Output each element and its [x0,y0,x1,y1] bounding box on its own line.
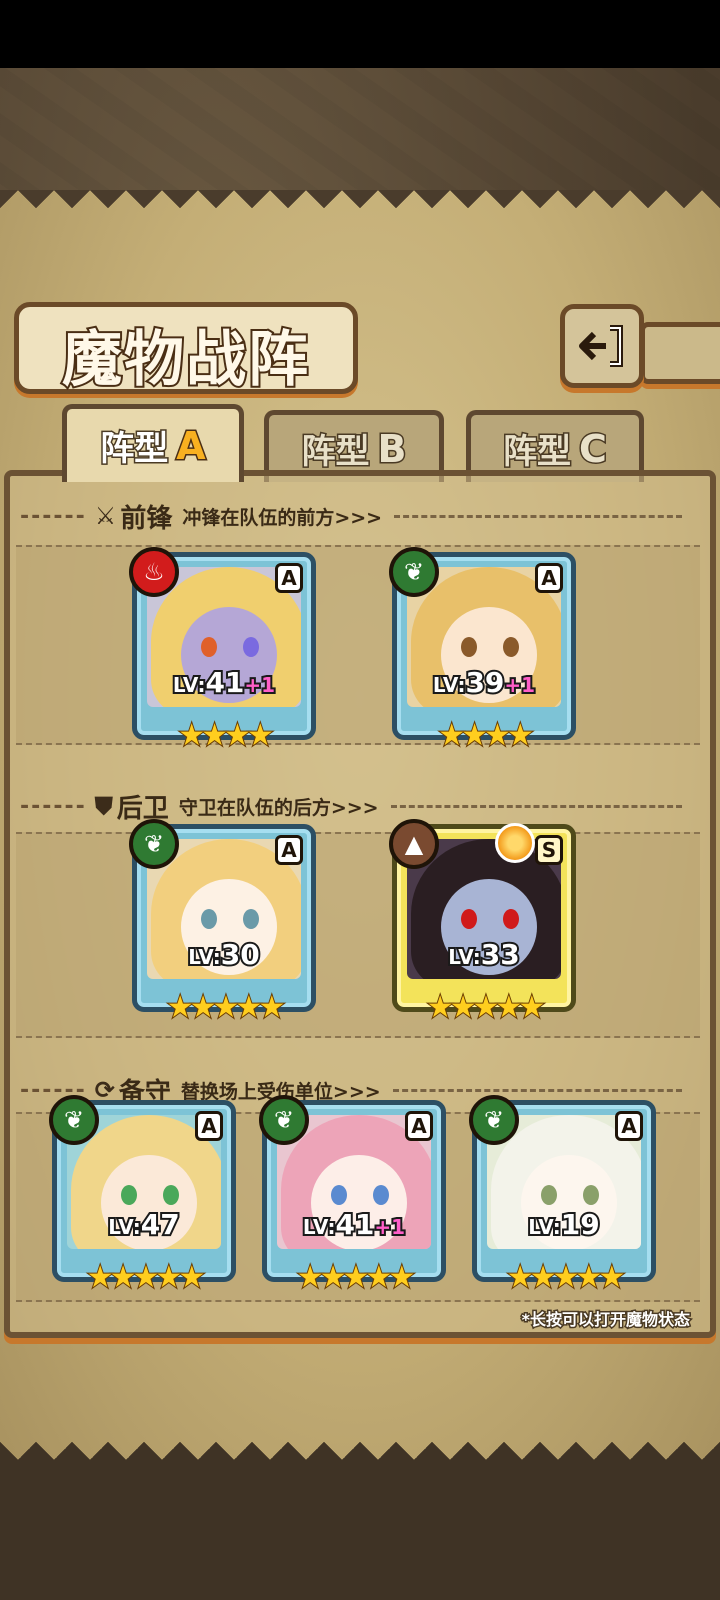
portrait-eye [331,1185,347,1205]
portrait-eye [163,1185,179,1205]
tab-letter: B [376,425,408,472]
portrait-eye [503,637,519,657]
back-button-rail [640,322,720,384]
portrait-eye [503,909,519,929]
orange-slice-icon [495,823,535,863]
rank-badge: A [535,563,563,593]
shield-icon: ⛊ [94,792,113,820]
star-rating: ★★★★★ [426,989,546,1026]
back-button[interactable] [560,304,644,388]
lv-prefix: LV: [106,1213,143,1241]
bottom-map-area [0,1460,720,1600]
level-bonus: +1 [242,671,277,699]
tab-formation-a[interactable]: 阵型 A [62,404,244,482]
tab-label: 阵型 [300,431,371,474]
lv-prefix: LV: [301,1213,338,1241]
star-rating: ★★★★★ [86,1259,206,1296]
star-rating: ★★★★ [437,717,535,754]
lv-prefix: LV: [446,943,483,971]
back-arrow-icon [579,325,623,367]
level-value: 39 [463,664,506,701]
monster-level: LV:39+1 [397,664,571,701]
tab-letter: A [175,422,207,469]
section-title: 后卫 [116,793,169,824]
leaf-icon: ❦ [49,1095,99,1145]
sword-icon: ⚔ [94,502,117,530]
level-bonus: +1 [372,1213,407,1241]
back-row [16,832,700,1038]
portrait-eye [243,909,259,929]
tab-label: 阵型 [502,431,573,474]
portrait-eye [243,637,259,657]
monster-card-back-2[interactable]: ▲ S LV:33 ★★★★★ [389,819,576,1026]
monster-level: LV:19 [477,1206,651,1243]
monster-level: LV:41+1 [137,664,311,701]
leaf-icon: ❦ [469,1095,519,1145]
tab-label: 阵型 [99,428,170,471]
monster-level: LV:30 [137,936,311,973]
level-value: 41 [333,1206,376,1243]
level-value: 19 [559,1206,602,1243]
star-rating: ★★★★ [177,717,275,754]
lv-prefix: LV: [431,671,468,699]
portrait-eye [373,1185,389,1205]
star-rating: ★★★★★ [166,989,286,1026]
tab-letter: C [578,425,609,472]
portrait-eye [583,1185,599,1205]
monster-card-reserve-2[interactable]: ❦ A LV:41+1 ★★★★★ [259,1095,446,1296]
portrait-eye [121,1185,137,1205]
fire-icon: ♨ [129,547,179,597]
monster-level: LV:47 [57,1206,231,1243]
front-row [16,545,700,745]
page-title: 魔物战阵 [60,323,310,397]
monster-card-back-1[interactable]: ❦ A LV:30 ★★★★★ [129,819,316,1026]
monster-card-reserve-3[interactable]: ❦ A LV:19 ★★★★★ [469,1095,656,1296]
monster-card-reserve-1[interactable]: ❦ A LV:47 ★★★★★ [49,1095,236,1296]
rank-badge: A [275,563,303,593]
section-front-header: ------ ⚔ 前锋 冲锋在队伍的前方>>> [20,488,700,544]
lv-prefix: LV: [186,943,223,971]
level-value: 30 [219,936,262,973]
title-plate: 魔物战阵 [14,302,358,397]
monster-level: LV:33 [397,936,571,973]
rank-badge: A [195,1111,223,1141]
divider: ------ [20,793,87,819]
monster-level: LV:41+1 [267,1206,441,1243]
rock-icon: ▲ [389,819,439,869]
rank-badge: A [405,1111,433,1141]
divider [390,804,682,808]
leaf-icon: ❦ [389,547,439,597]
level-value: 41 [203,664,246,701]
rank-badge: A [275,835,303,865]
portrait-eye [461,909,477,929]
section-title: 前锋 [120,503,173,534]
torn-edge-top [0,190,720,226]
leaf-icon: ❦ [259,1095,309,1145]
level-bonus: +1 [502,671,537,699]
portrait-eye [201,637,217,657]
divider [392,1088,682,1092]
torn-edge-bottom [0,1424,720,1460]
lv-prefix: LV: [171,671,208,699]
section-back-header: ------ ⛊ 后卫 守卫在队伍的后方>>> [20,778,700,834]
level-value: 47 [139,1206,182,1243]
long-press-hint: *长按可以打开魔物状态 [520,1309,691,1331]
star-rating: ★★★★★ [506,1259,626,1296]
portrait-eye [541,1185,557,1205]
status-bar-area [0,0,720,68]
level-value: 33 [479,936,522,973]
monster-card-front-2[interactable]: ❦ A LV:39+1 ★★★★ [389,547,576,754]
rank-badge: S [535,835,563,865]
leaf-icon: ❦ [129,819,179,869]
rank-badge: A [615,1111,643,1141]
lv-prefix: LV: [526,1213,563,1241]
section-description: 守卫在队伍的后方>>> [178,796,379,819]
divider: ------ [20,503,87,529]
portrait-eye [201,909,217,929]
monster-card-front-1[interactable]: ♨ A LV:41+1 ★★★★ [129,547,316,754]
portrait-eye [461,637,477,657]
star-rating: ★★★★★ [296,1259,416,1296]
section-description: 冲锋在队伍的前方>>> [182,506,383,529]
divider [394,514,682,518]
